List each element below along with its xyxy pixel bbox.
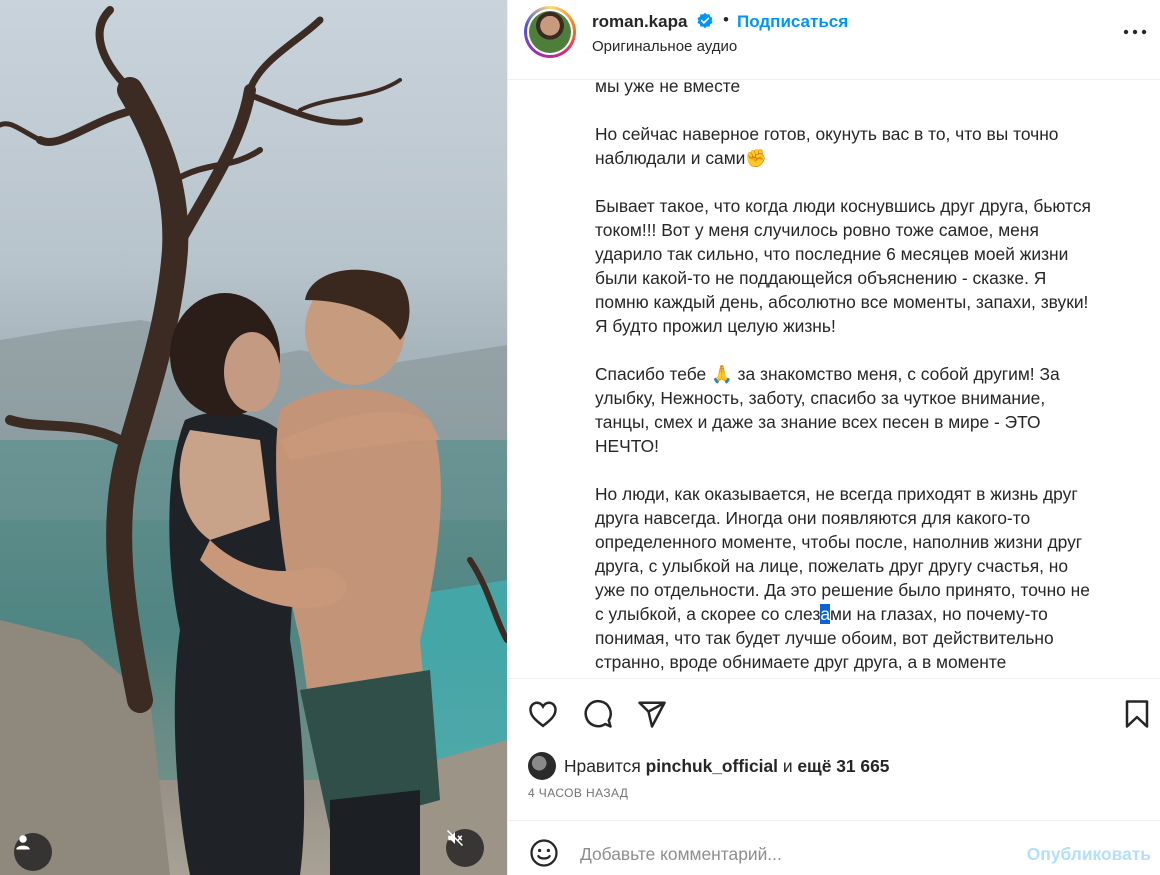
post-photo (0, 6, 507, 875)
sound-off-icon (446, 829, 464, 847)
follow-button[interactable]: Подписаться (737, 12, 848, 32)
caption-line: Бывает такое, что когда люди коснувшись … (595, 196, 1091, 216)
liker-username[interactable]: pinchuk_official (646, 756, 778, 777)
caption-line: друга, с улыбкой на лице, пожелать друг … (595, 556, 1069, 576)
comment-bar: Опубликовать (508, 820, 1160, 875)
caption-paragraph: Спасибо тебе 🙏 за знакомство меня, с соб… (595, 362, 1135, 458)
post-timestamp[interactable]: 4 ЧАСОВ НАЗАД (528, 786, 628, 800)
caption-line: наблюдали и сами✊ (595, 148, 768, 168)
likes-prefix: Нравится (564, 755, 641, 776)
more-horizontal-icon (1123, 29, 1147, 35)
caption-paragraph: Но люди, как оказывается, не всегда прих… (595, 482, 1135, 674)
caption-paragraph: Но сейчас наверное готов, окунуть вас в … (595, 122, 1135, 170)
caption-line: НЕЧТО! (595, 436, 659, 456)
emoji-icon (530, 839, 558, 867)
bookmark-icon (1125, 700, 1149, 728)
verified-badge-icon (697, 12, 713, 29)
caption-text-part: с улыбкой, а скорее со слез (595, 604, 821, 624)
comment-input[interactable] (580, 841, 1000, 867)
post-media[interactable] (0, 0, 507, 875)
caption-line: ударило так сильно, что последние 6 меся… (595, 244, 1069, 264)
caption-line: Но сейчас наверное готов, окунуть вас в … (595, 124, 1059, 144)
username-link[interactable]: roman.kapa (592, 12, 687, 32)
caption-line: странно, вроде обнимаете друг друга, а в… (595, 652, 1007, 672)
likes-count[interactable]: ещё 31 665 (797, 756, 889, 777)
avatar[interactable] (524, 6, 576, 58)
caption-text-part: ми на глазах, но почему-то (830, 604, 1048, 624)
action-bar (508, 678, 1160, 748)
audio-link[interactable]: Оригинальное аудио (592, 38, 737, 55)
caption-line: улыбку, Нежность, заботу, спасибо за чут… (595, 388, 1046, 408)
tagged-users-button[interactable] (14, 833, 52, 871)
caption-line: уже по отдельности. Да это решение было … (595, 580, 1090, 600)
caption-text: мы уже не вместе Но сейчас наверное готов… (595, 80, 1135, 678)
caption-paragraph: мы уже не вместе (595, 80, 1135, 98)
likes-conj: и (782, 755, 793, 776)
separator-dot: • (723, 10, 729, 29)
caption-line: мы уже не вместе (595, 80, 741, 96)
likes-summary[interactable]: Нравится pinchuk_official и ещё 31 665 (528, 752, 889, 780)
more-options-button[interactable] (1120, 22, 1150, 42)
liker-avatar[interactable] (528, 752, 556, 780)
caption-line: Спасибо тебе 🙏 за знакомство меня, с соб… (595, 364, 1060, 384)
post-details-panel: roman.kapa • Подписаться Оригинальное ау… (507, 0, 1160, 875)
caption-line: были какой-то не поддающейся объяснению … (595, 268, 1047, 288)
user-icon (16, 835, 30, 850)
emoji-button[interactable] (528, 837, 560, 869)
caption-line: танцы, смех и даже за знание всех песен … (595, 412, 1041, 432)
text-selection: а (820, 604, 830, 624)
share-icon (638, 701, 666, 728)
caption-line: с улыбкой, а скорее со слезами на глазах… (595, 602, 1135, 626)
comment-button[interactable] (581, 697, 615, 731)
heart-icon (529, 701, 557, 728)
post-header: roman.kapa • Подписаться Оригинальное ау… (508, 0, 1160, 80)
comment-icon (584, 699, 612, 728)
caption-line: определенного моменте, чтобы после, напо… (595, 532, 1083, 552)
save-button[interactable] (1120, 697, 1154, 731)
caption-line: Но люди, как оказывается, не всегда прих… (595, 484, 1078, 504)
caption-paragraph: Бывает такое, что когда люди коснувшись … (595, 194, 1135, 338)
caption-scroll-area[interactable]: мы уже не вместе Но сейчас наверное готов… (508, 80, 1160, 678)
caption-line: помню каждый день, абсолютно все моменты… (595, 292, 1089, 312)
share-button[interactable] (635, 697, 669, 731)
caption-line: током!!! Вот у меня случилось ровно тоже… (595, 220, 1039, 240)
post-comment-button[interactable]: Опубликовать (1027, 844, 1151, 865)
caption-line: Я будто прожил целую жизнь! (595, 316, 836, 336)
mute-button[interactable] (446, 829, 484, 867)
caption-line: друга навсегда. Иногда они появляются дл… (595, 508, 1031, 528)
caption-line: понимая, что так будет лучше обоим, вот … (595, 628, 1054, 648)
like-button[interactable] (526, 697, 560, 731)
